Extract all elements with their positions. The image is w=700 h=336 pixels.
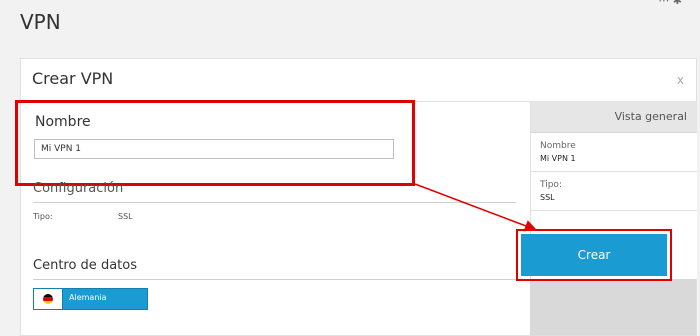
datacenter-heading: Centro de datos bbox=[33, 258, 137, 273]
page-title: VPN bbox=[20, 10, 61, 34]
overview-name-block: Nombre Mi VPN 1 bbox=[531, 133, 697, 172]
config-divider bbox=[33, 202, 516, 203]
dialog-title: Crear VPN bbox=[32, 69, 114, 88]
toolbar-icons[interactable]: ⋯ ✱ bbox=[658, 0, 682, 7]
config-heading: Configuración bbox=[33, 181, 124, 196]
datacenter-divider bbox=[33, 279, 516, 280]
overview-type-block: Tipo: SSL bbox=[531, 172, 697, 211]
flag-box bbox=[34, 289, 63, 309]
datacenter-germany-button[interactable]: Alemania bbox=[33, 288, 148, 310]
overview-type-label: Tipo: bbox=[540, 180, 562, 190]
overview-heading: Vista general bbox=[531, 101, 697, 133]
overview-name-label: Nombre bbox=[540, 141, 576, 151]
type-value: SSL bbox=[118, 212, 133, 221]
create-button[interactable]: Crear bbox=[521, 234, 667, 276]
datacenter-label: Alemania bbox=[69, 293, 107, 302]
vpn-name-input[interactable] bbox=[34, 139, 394, 159]
overview-type-value: SSL bbox=[540, 193, 555, 202]
close-icon[interactable]: x bbox=[677, 73, 684, 87]
overview-name-value: Mi VPN 1 bbox=[540, 154, 576, 163]
germany-flag-icon bbox=[43, 294, 53, 304]
type-label: Tipo: bbox=[33, 212, 53, 221]
overview-sidebar: Vista general Nombre Mi VPN 1 Tipo: SSL bbox=[530, 101, 697, 335]
name-label: Nombre bbox=[35, 114, 91, 130]
dialog-header: Crear VPN x bbox=[21, 59, 696, 102]
